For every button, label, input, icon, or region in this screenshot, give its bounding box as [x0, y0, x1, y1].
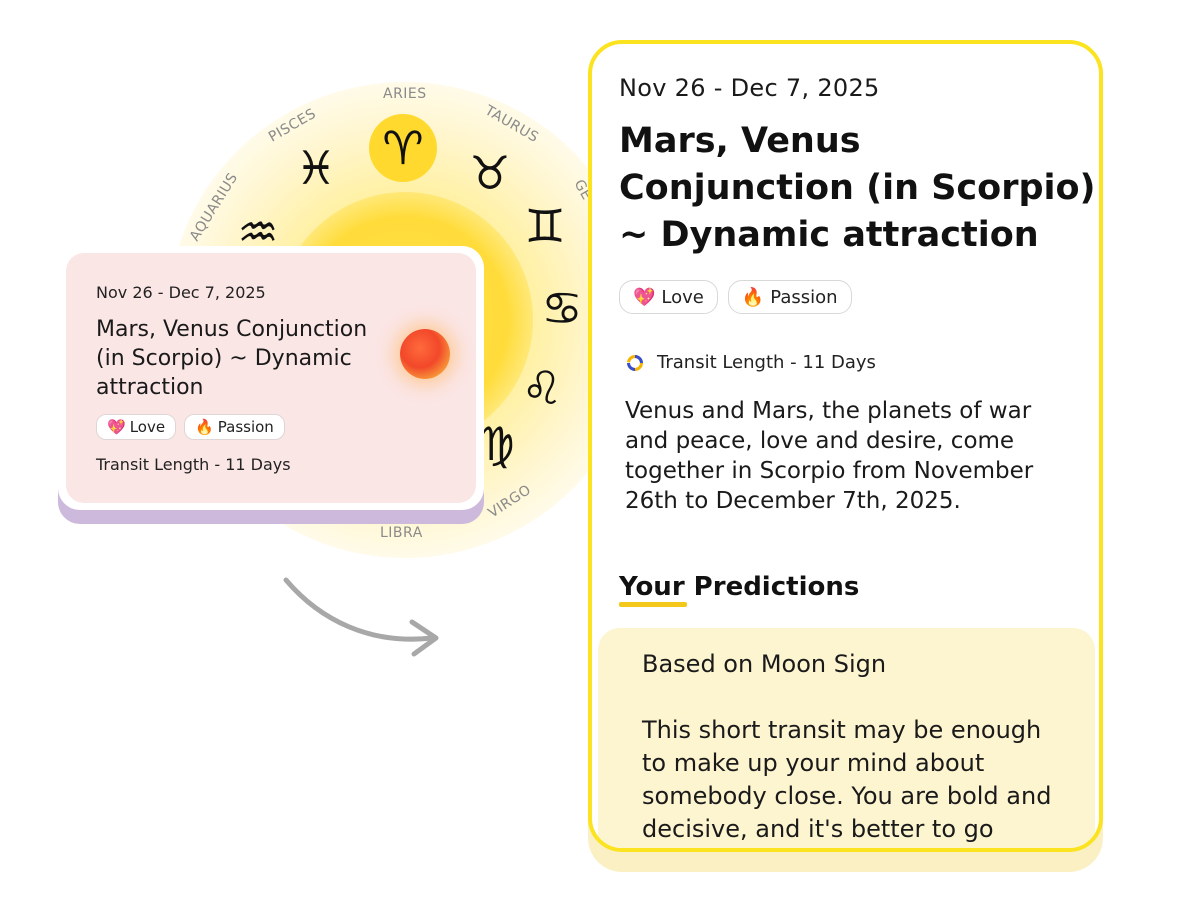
aries-icon: ♈ — [382, 121, 423, 175]
detail-transit-length: Transit Length - 11 Days — [657, 352, 876, 373]
tag-label: Passion — [217, 418, 274, 436]
prediction-basis: Based on Moon Sign — [642, 650, 887, 678]
prediction-text: This short transit may be enough to make… — [642, 716, 1052, 843]
tag-passion[interactable]: 🔥 Passion — [184, 414, 285, 440]
heading-underline — [619, 602, 687, 607]
fire-icon: 🔥 — [195, 418, 214, 436]
detail-title: Mars, Venus Conjunction (in Scorpio) ~ D… — [619, 121, 1096, 255]
tag-label: Love — [129, 418, 166, 436]
tag-love[interactable]: 💖 Love — [96, 414, 177, 440]
transit-card[interactable]: Nov 26 - Dec 7, 2025 Mars, Venus Conjunc… — [66, 253, 476, 503]
transit-length-row: Transit Length - 11 Days — [625, 352, 876, 373]
detail-tags: 💖 Love 🔥 Passion — [619, 280, 852, 314]
transit-cycle-icon — [627, 354, 643, 371]
card-tags: 💖 Love 🔥 Passion — [96, 414, 285, 440]
prediction-card: Based on Moon Sign This short transit ma… — [598, 628, 1095, 848]
card-date: Nov 26 - Dec 7, 2025 — [96, 283, 266, 302]
leo-icon: ♌ — [521, 361, 562, 415]
taurus-icon: ♉ — [469, 146, 510, 200]
label-libra: LIBRA — [380, 525, 423, 541]
transit-detail-screen: Nov 26 - Dec 7, 2025 Mars, Venus Conjunc… — [588, 40, 1103, 852]
detail-date: Nov 26 - Dec 7, 2025 — [619, 74, 880, 102]
card-title: Mars, Venus Conjunction (in Scorpio) ~ D… — [96, 317, 368, 400]
arrow-right-icon — [283, 577, 439, 657]
tag-label: Passion — [770, 286, 838, 308]
gemini-icon: ♊ — [524, 199, 565, 253]
fire-icon: 🔥 — [741, 286, 765, 308]
cancer-icon: ♋ — [541, 281, 582, 335]
planet-icon — [400, 329, 450, 379]
label-aries: ARIES — [383, 86, 427, 102]
heart-icon: 💖 — [633, 286, 656, 308]
heart-icon: 💖 — [107, 418, 126, 436]
tag-passion[interactable]: 🔥 Passion — [727, 280, 852, 314]
predictions-heading: Your Predictions — [619, 572, 860, 602]
transit-description: Venus and Mars, the planets of war and p… — [625, 398, 1034, 514]
tag-label: Love — [661, 286, 704, 308]
pisces-icon: ♓ — [295, 141, 336, 195]
card-transit-length: Transit Length - 11 Days — [96, 455, 291, 474]
tag-love[interactable]: 💖 Love — [619, 280, 718, 314]
